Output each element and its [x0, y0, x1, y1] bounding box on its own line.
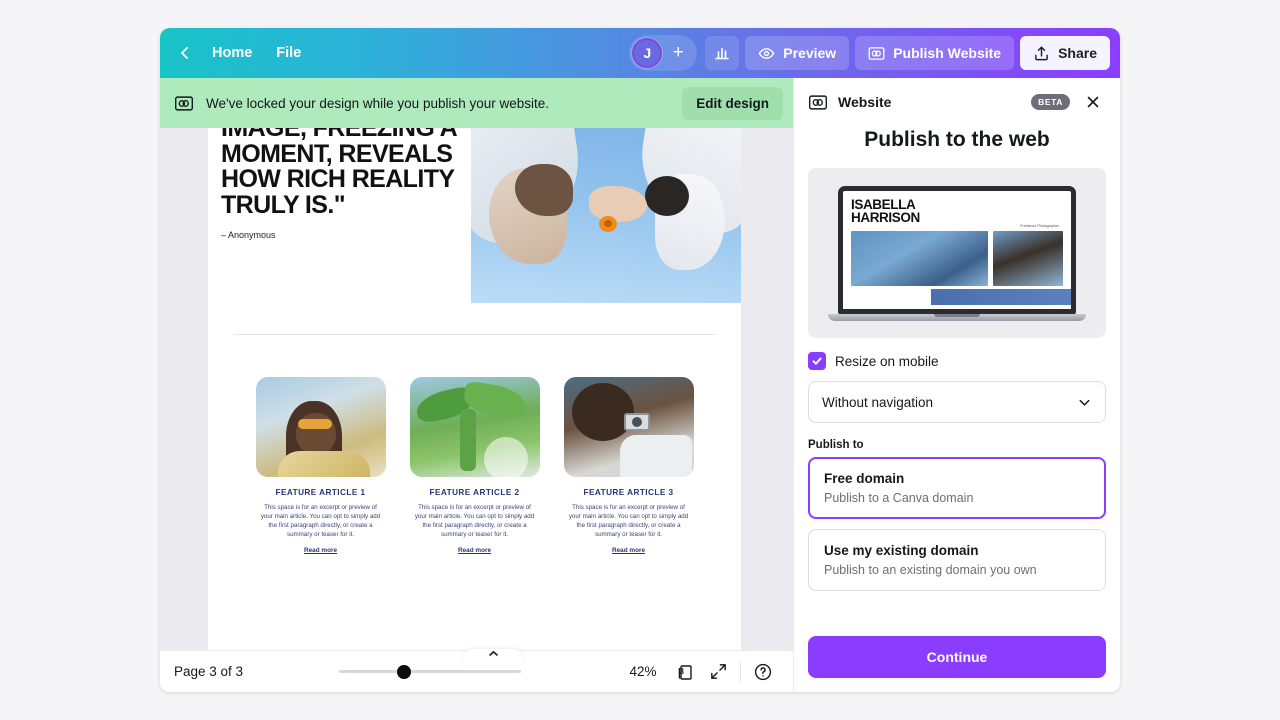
zoom-slider-knob[interactable] — [396, 664, 411, 679]
preview-site-subtitle: Freelance Photographer — [1020, 223, 1059, 228]
laptop-base — [828, 313, 1086, 321]
home-menu-item[interactable]: Home — [200, 38, 264, 68]
laptop-mockup: ISABELLA HARRISON Freelance Photographer — [828, 185, 1086, 321]
option-title: Use my existing domain — [824, 543, 979, 558]
panel-heading: Publish to the web — [864, 128, 1050, 151]
panel-header: Website BETA — [794, 78, 1120, 126]
collaborators-group[interactable]: J + — [629, 35, 698, 71]
resize-on-mobile-label: Resize on mobile — [835, 353, 939, 369]
hero-photo[interactable] — [471, 128, 741, 303]
feature-card[interactable]: FEATURE ARTICLE 3 This space is for an e… — [563, 377, 694, 554]
feature-card-title: FEATURE ARTICLE 2 — [429, 488, 520, 497]
upload-icon — [1035, 46, 1048, 60]
expand-icon — [710, 664, 726, 679]
feature-card-body: This space is for an excerpt or preview … — [260, 504, 381, 538]
page-indicator: Page 3 of 3 — [174, 664, 244, 679]
design-page[interactable]: IMAGE, FREEZING A MOMENT, REVEALS HOW RI… — [208, 128, 741, 665]
bar-chart-icon — [715, 47, 730, 60]
fullscreen-button[interactable] — [702, 656, 734, 688]
chevron-up-icon — [488, 650, 498, 656]
feature-card-image[interactable] — [563, 377, 694, 477]
panel-footer: Continue — [794, 626, 1120, 692]
app-window: Home File J + Preview Publish Website Sh… — [160, 28, 1120, 692]
laptop-screen: ISABELLA HARRISON Freelance Photographer — [838, 185, 1076, 314]
beta-badge: BETA — [1031, 94, 1070, 110]
close-panel-button[interactable] — [1080, 89, 1106, 115]
feature-cards: FEATURE ARTICLE 1 This space is for an e… — [208, 377, 741, 554]
top-toolbar: Home File J + Preview Publish Website Sh… — [160, 28, 1120, 78]
preview-site-title-line1: ISABELLA — [851, 196, 916, 212]
option-existing-domain[interactable]: Use my existing domain Publish to an exi… — [808, 529, 1106, 591]
feature-card-image[interactable] — [409, 377, 540, 477]
banner-message: We've locked your design while you publi… — [206, 95, 550, 111]
zoom-slider[interactable] — [338, 664, 521, 679]
zoom-level: 42% — [629, 664, 657, 679]
feature-card[interactable]: FEATURE ARTICLE 1 This space is for an e… — [255, 377, 386, 554]
page-hero: IMAGE, FREEZING A MOMENT, REVEALS HOW RI… — [208, 128, 741, 314]
feature-card-image[interactable] — [255, 377, 386, 477]
toolbar-right-group: J + Preview Publish Website Share — [629, 35, 1120, 71]
feature-card-title: FEATURE ARTICLE 3 — [583, 488, 674, 497]
collapse-panel-toggle[interactable] — [463, 649, 523, 665]
quote-block[interactable]: IMAGE, FREEZING A MOMENT, REVEALS HOW RI… — [208, 128, 470, 314]
panel-title: Website — [838, 94, 892, 110]
section-divider — [234, 334, 715, 335]
edit-design-button[interactable]: Edit design — [682, 86, 783, 120]
insights-button[interactable] — [705, 36, 740, 70]
website-icon — [809, 94, 827, 110]
preview-button[interactable]: Preview — [745, 36, 850, 70]
close-icon — [1087, 96, 1099, 108]
website-icon — [868, 46, 885, 60]
publish-website-label: Publish Website — [893, 45, 1002, 61]
canvas-area[interactable]: IMAGE, FREEZING A MOMENT, REVEALS HOW RI… — [160, 128, 793, 680]
preview-label: Preview — [783, 45, 837, 61]
publish-to-label: Publish to — [808, 439, 864, 451]
locked-design-banner: We've locked your design while you publi… — [160, 78, 793, 128]
share-button[interactable]: Share — [1020, 36, 1110, 70]
site-preview: ISABELLA HARRISON Freelance Photographer — [808, 168, 1106, 338]
resize-on-mobile-checkbox[interactable] — [808, 352, 826, 370]
pages-count: 3 — [679, 666, 684, 676]
preview-images — [843, 225, 1071, 286]
read-more-link[interactable]: Read more — [256, 547, 386, 554]
read-more-link[interactable]: Read more — [564, 547, 694, 554]
share-label: Share — [1058, 45, 1097, 61]
preview-footer-strip — [931, 288, 1071, 305]
continue-button[interactable]: Continue — [808, 636, 1106, 678]
option-free-domain[interactable]: Free domain Publish to a Canva domain — [808, 457, 1106, 519]
preview-image-right — [992, 230, 1063, 286]
add-collaborator-button[interactable]: + — [665, 40, 691, 66]
quote-attribution: – Anonymous — [221, 230, 276, 240]
option-description: Publish to an existing domain you own — [824, 563, 1037, 577]
navigation-select-value: Without navigation — [822, 394, 934, 410]
website-publish-panel: Website BETA Publish to the web ISABELLA… — [793, 78, 1120, 692]
quote-text: IMAGE, FREEZING A MOMENT, REVEALS HOW RI… — [221, 128, 457, 219]
feature-card-title: FEATURE ARTICLE 1 — [275, 488, 366, 497]
feature-card-body: This space is for an excerpt or preview … — [414, 504, 535, 538]
feature-card[interactable]: FEATURE ARTICLE 2 This space is for an e… — [409, 377, 540, 554]
avatar[interactable]: J — [632, 38, 663, 68]
publish-website-button[interactable]: Publish Website — [855, 36, 1015, 70]
preview-image-left — [851, 230, 988, 286]
chevron-down-icon — [1079, 399, 1090, 406]
help-icon — [754, 663, 772, 680]
option-description: Publish to a Canva domain — [824, 491, 974, 505]
option-title: Free domain — [824, 471, 905, 486]
zoom-slider-wrap — [243, 664, 616, 679]
pages-button[interactable]: 3 — [670, 656, 702, 688]
panel-body: Publish to the web ISABELLA HARRISON Fre… — [794, 126, 1120, 626]
check-icon — [812, 357, 822, 365]
preview-site-title-line2: HARRISON — [851, 210, 920, 225]
resize-on-mobile-row[interactable]: Resize on mobile — [808, 352, 1106, 370]
read-more-link[interactable]: Read more — [410, 547, 540, 554]
feature-card-body: This space is for an excerpt or preview … — [568, 504, 689, 538]
status-divider — [740, 661, 741, 682]
navigation-select[interactable]: Without navigation — [808, 381, 1106, 423]
website-icon — [175, 95, 193, 111]
back-button[interactable] — [170, 38, 200, 68]
eye-icon — [758, 47, 775, 59]
help-button[interactable] — [747, 656, 779, 688]
file-menu-item[interactable]: File — [264, 38, 313, 68]
